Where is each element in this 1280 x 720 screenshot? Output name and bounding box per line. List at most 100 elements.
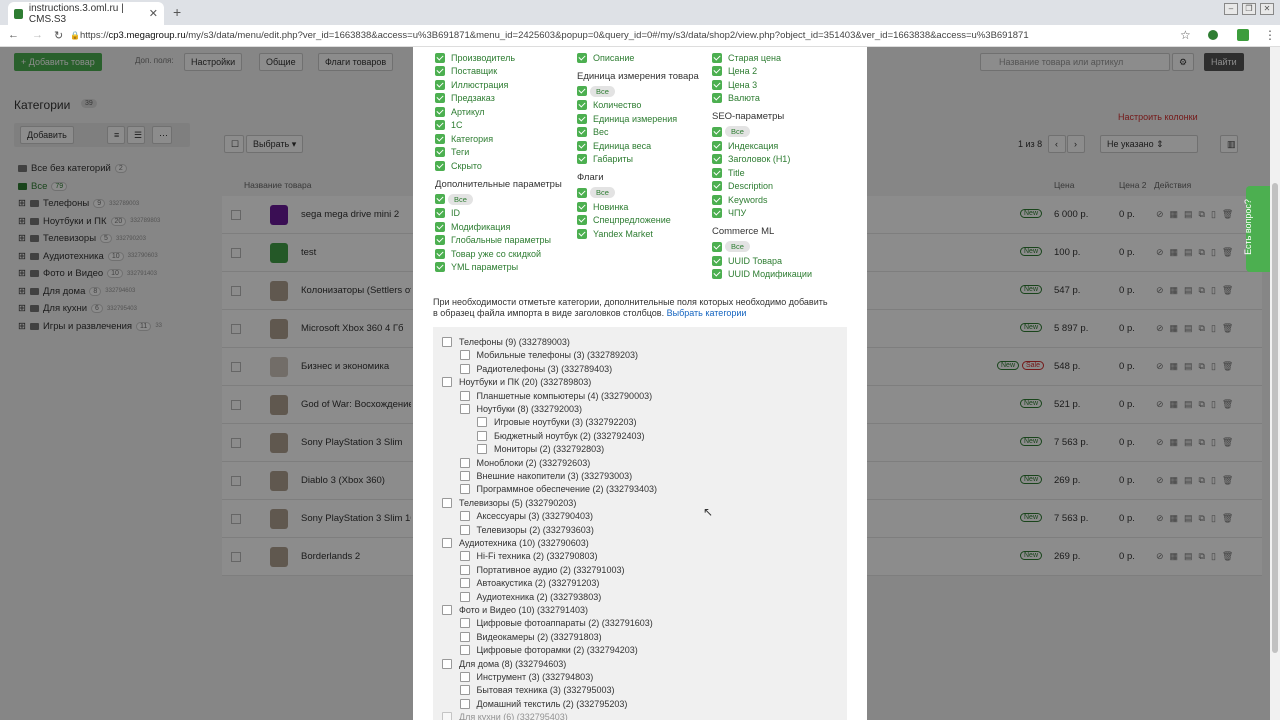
field-checkbox[interactable]: Yandex Market [577,227,707,241]
field-checkbox[interactable]: Старая цена [712,51,852,65]
back-icon[interactable]: ← [8,29,19,41]
forward-icon[interactable]: → [32,29,43,41]
category-check-item[interactable]: Бытовая техника (3) (332795003) [459,685,614,696]
category-check-item[interactable]: Аудиотехника (10) (332790603) [442,538,589,548]
field-checkbox[interactable]: Заголовок (H1) [712,153,852,167]
checkbox-icon[interactable] [459,591,470,602]
select-all-checkbox[interactable]: Все [712,125,852,138]
checkbox-icon[interactable] [459,524,470,535]
checkbox-checked-icon[interactable] [577,187,587,198]
checkbox-icon[interactable] [442,658,452,669]
checkbox-checked-icon[interactable] [712,255,722,266]
scrollbar-thumb[interactable] [1272,183,1278,653]
category-check-item[interactable]: Мониторы (2) (332792803) [477,444,604,455]
category-check-item[interactable]: Планшетные компьютеры (4) (332790003) [459,390,652,401]
checkbox-checked-icon[interactable] [712,269,722,280]
category-check-item[interactable]: Автоакустика (2) (332791203) [459,578,599,589]
checkbox-icon[interactable] [459,685,470,696]
category-check-item[interactable]: Мобильные телефоны (3) (332789203) [459,350,638,361]
checkbox-checked-icon[interactable] [712,194,722,205]
checkbox-checked-icon[interactable] [435,262,445,273]
field-checkbox[interactable]: UUID Модификации [712,268,852,282]
checkbox-checked-icon[interactable] [435,235,445,246]
checkbox-checked-icon[interactable] [712,66,722,77]
checkbox-checked-icon[interactable] [435,133,445,144]
field-checkbox[interactable]: Предзаказ [435,92,575,106]
checkbox-checked-icon[interactable] [712,241,722,252]
field-checkbox[interactable]: Количество [577,99,707,113]
checkbox-checked-icon[interactable] [577,215,587,226]
category-check-item[interactable]: Ноутбуки (8) (332792003) [459,404,582,414]
checkbox-icon[interactable] [442,712,452,720]
checkbox-checked-icon[interactable] [712,126,722,137]
category-check-item[interactable]: Бюджетный ноутбук (2) (332792403) [477,430,644,441]
field-checkbox[interactable]: ЧПУ [712,207,852,221]
browser-menu-icon[interactable]: ⋮ [1264,28,1276,42]
field-checkbox[interactable]: Теги [435,146,575,160]
checkbox-checked-icon[interactable] [435,248,445,259]
checkbox-icon[interactable] [459,564,470,575]
category-check-item[interactable]: Телевизоры (2) (332793603) [459,524,594,535]
checkbox-checked-icon[interactable] [712,154,722,165]
category-check-item[interactable]: Видеокамеры (2) (332791803) [459,631,602,642]
checkbox-checked-icon[interactable] [435,221,445,232]
field-checkbox[interactable]: Новинка [577,200,707,214]
category-check-item[interactable]: Аудиотехника (2) (332793803) [459,591,601,602]
checkbox-icon[interactable] [459,511,470,522]
field-checkbox[interactable]: ID [435,207,575,221]
checkbox-icon[interactable] [459,551,470,562]
field-checkbox[interactable]: Description [712,180,852,194]
checkbox-icon[interactable] [442,377,452,388]
field-checkbox[interactable]: Производитель [435,51,575,65]
field-checkbox[interactable]: Глобальные параметры [435,234,575,248]
field-checkbox[interactable]: Keywords [712,193,852,207]
checkbox-checked-icon[interactable] [435,52,445,63]
category-check-item[interactable]: Для кухни (6) (332795403) [442,712,568,720]
checkbox-checked-icon[interactable] [577,228,587,239]
checkbox-checked-icon[interactable] [712,208,722,219]
checkbox-checked-icon[interactable] [712,79,722,90]
field-checkbox[interactable]: Цена 3 [712,78,852,92]
category-check-item[interactable]: Цифровые фоторамки (2) (332794203) [459,645,638,656]
category-check-item[interactable]: Домашний текстиль (2) (332795203) [459,698,627,709]
field-checkbox[interactable]: Товар уже со скидкой [435,247,575,261]
checkbox-checked-icon[interactable] [712,181,722,192]
checkbox-icon[interactable] [442,605,452,615]
select-all-checkbox[interactable]: Все [435,193,575,206]
browser-tab[interactable]: instructions.3.oml.ru | CMS.S3 ✕ [8,2,164,25]
field-checkbox[interactable]: Категория [435,132,575,146]
url-field[interactable]: https://cp3.megagroup.ru/my/s3/data/menu… [80,30,1029,41]
checkbox-checked-icon[interactable] [435,160,445,171]
category-check-item[interactable]: Инструмент (3) (332794803) [459,672,593,682]
category-check-item[interactable]: Телевизоры (5) (332790203) [442,497,576,508]
category-check-item[interactable]: Внешние накопители (3) (332793003) [459,471,632,481]
field-checkbox[interactable]: Валюта [712,92,852,106]
field-checkbox[interactable]: YML параметры [435,261,575,275]
category-check-item[interactable]: Для дома (8) (332794603) [442,658,566,669]
checkbox-icon[interactable] [442,538,452,548]
checkbox-icon[interactable] [459,698,470,709]
checkbox-icon[interactable] [442,497,452,508]
category-check-item[interactable]: Программное обеспечение (2) (332793403) [459,484,657,495]
checkbox-checked-icon[interactable] [435,93,445,104]
checkbox-checked-icon[interactable] [577,154,587,165]
category-check-item[interactable]: Телефоны (9) (332789003) [442,337,570,347]
field-checkbox[interactable]: Иллюстрация [435,78,575,92]
checkbox-checked-icon[interactable] [435,120,445,131]
checkbox-icon[interactable] [459,578,470,589]
category-check-item[interactable]: Моноблоки (2) (332792603) [459,457,590,468]
checkbox-icon[interactable] [459,672,470,682]
checkbox-icon[interactable] [459,350,470,361]
checkbox-checked-icon[interactable] [577,113,587,124]
category-check-item[interactable]: Портативное аудио (2) (332791003) [459,564,624,575]
checkbox-icon[interactable] [459,404,470,414]
checkbox-icon[interactable] [477,417,487,428]
checkbox-checked-icon[interactable] [712,52,722,63]
extension-shield-icon[interactable] [1208,30,1218,40]
checkbox-icon[interactable] [442,337,452,347]
field-checkbox[interactable]: Вес [577,126,707,140]
select-all-checkbox[interactable]: Все [712,240,852,253]
checkbox-checked-icon[interactable] [577,140,587,151]
checkbox-checked-icon[interactable] [435,66,445,77]
field-checkbox[interactable]: Единица измерения [577,112,707,126]
